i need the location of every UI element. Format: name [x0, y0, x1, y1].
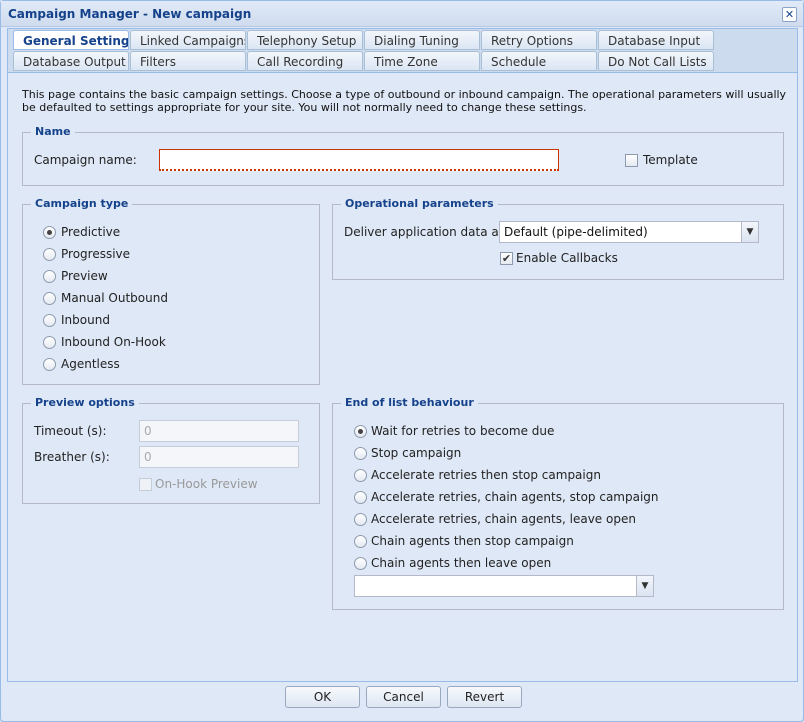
name-legend: Name	[31, 125, 75, 138]
general-settings-panel: This page contains the basic campaign se…	[7, 72, 798, 682]
deliver-data-value: Default (pipe-delimited)	[504, 225, 648, 239]
deliver-label: Deliver application data as:	[344, 225, 510, 239]
progressive-label: Progressive	[61, 247, 131, 261]
preview-label: Preview	[61, 269, 108, 283]
radio-chain-stop[interactable]	[354, 535, 367, 548]
tab-schedule[interactable]: Schedule	[481, 51, 597, 71]
accelerate-chain-open-label: Accelerate retries, chain agents, leave …	[371, 512, 636, 526]
deliver-data-select[interactable]: Default (pipe-delimited) ▼	[499, 221, 759, 243]
close-icon[interactable]: ✕	[782, 7, 797, 22]
agentless-label: Agentless	[61, 357, 120, 371]
tab-retry-options[interactable]: Retry Options	[481, 30, 597, 50]
campaign-type-fieldset: Campaign type Predictive Progressive Pre…	[22, 197, 320, 385]
revert-button[interactable]: Revert	[447, 686, 522, 708]
radio-progressive[interactable]	[43, 248, 56, 261]
inbound-label: Inbound	[61, 313, 110, 327]
radio-accelerate-chain-open[interactable]	[354, 513, 367, 526]
breather-label: Breather (s):	[34, 450, 110, 464]
preview-options-fieldset: Preview options Timeout (s): Breather (s…	[22, 396, 320, 504]
end-of-list-fieldset: End of list behaviour Wait for retries t…	[332, 396, 784, 610]
chevron-down-icon[interactable]: ▼	[636, 576, 653, 596]
breather-input[interactable]	[139, 446, 299, 468]
tab-time-zone[interactable]: Time Zone	[364, 51, 480, 71]
radio-predictive[interactable]	[43, 226, 56, 239]
chevron-down-icon[interactable]: ▼	[741, 222, 758, 242]
tab-filters[interactable]: Filters	[130, 51, 246, 71]
radio-accelerate-stop[interactable]	[354, 469, 367, 482]
accelerate-chain-stop-label: Accelerate retries, chain agents, stop c…	[371, 490, 659, 504]
template-checkbox[interactable]	[625, 154, 638, 167]
tab-telephony-setup[interactable]: Telephony Setup	[247, 30, 363, 50]
radio-accelerate-chain-stop[interactable]	[354, 491, 367, 504]
on-hook-preview-label: On-Hook Preview	[155, 477, 258, 491]
campaign-manager-window: Campaign Manager - New campaign ✕ Genera…	[0, 0, 804, 722]
timeout-label: Timeout (s):	[34, 424, 107, 438]
tab-general-settings[interactable]: General Settings	[13, 30, 129, 50]
radio-preview[interactable]	[43, 270, 56, 283]
campaign-name-label: Campaign name:	[34, 153, 137, 167]
radio-stop-campaign[interactable]	[354, 447, 367, 460]
ok-button[interactable]: OK	[285, 686, 360, 708]
tab-call-recording[interactable]: Call Recording	[247, 51, 363, 71]
tab-do-not-call-lists[interactable]: Do Not Call Lists	[598, 51, 714, 71]
title-bar[interactable]: Campaign Manager - New campaign ✕	[1, 1, 803, 27]
template-label: Template	[643, 153, 698, 167]
tab-linked-campaigns[interactable]: Linked Campaigns	[130, 30, 246, 50]
timeout-input[interactable]	[139, 420, 299, 442]
tab-database-output[interactable]: Database Output	[13, 51, 129, 71]
radio-inbound-on-hook[interactable]	[43, 336, 56, 349]
window-title: Campaign Manager - New campaign	[8, 7, 252, 21]
radio-agentless[interactable]	[43, 358, 56, 371]
chain-open-label: Chain agents then leave open	[371, 556, 552, 570]
intro-text: This page contains the basic campaign se…	[22, 88, 787, 114]
chain-stop-label: Chain agents then stop campaign	[371, 534, 574, 548]
enable-callbacks-checkbox[interactable]: ✔	[500, 252, 513, 265]
tab-strip: General Settings Linked Campaigns Teleph…	[7, 28, 798, 72]
radio-manual-outbound[interactable]	[43, 292, 56, 305]
operational-legend: Operational parameters	[341, 197, 498, 210]
tab-dialing-tuning[interactable]: Dialing Tuning	[364, 30, 480, 50]
campaign-name-input[interactable]	[159, 149, 559, 171]
manual-outbound-label: Manual Outbound	[61, 291, 168, 305]
radio-inbound[interactable]	[43, 314, 56, 327]
inbound-on-hook-label: Inbound On-Hook	[61, 335, 166, 349]
on-hook-preview-checkbox[interactable]	[139, 478, 152, 491]
name-fieldset: Name Campaign name: Template	[22, 125, 784, 186]
enable-callbacks-label: Enable Callbacks	[516, 251, 618, 265]
accelerate-stop-label: Accelerate retries then stop campaign	[371, 468, 601, 482]
end-of-list-legend: End of list behaviour	[341, 396, 478, 409]
campaign-type-legend: Campaign type	[31, 197, 133, 210]
tab-database-input[interactable]: Database Input	[598, 30, 714, 50]
stop-campaign-label: Stop campaign	[371, 446, 462, 460]
preview-options-legend: Preview options	[31, 396, 139, 409]
radio-wait-for-retries[interactable]	[354, 425, 367, 438]
cancel-button[interactable]: Cancel	[366, 686, 441, 708]
operational-parameters-fieldset: Operational parameters Deliver applicati…	[332, 197, 784, 280]
wait-for-retries-label: Wait for retries to become due	[371, 424, 555, 438]
chain-campaign-select[interactable]: ▼	[354, 575, 654, 597]
predictive-label: Predictive	[61, 225, 121, 239]
radio-chain-open[interactable]	[354, 557, 367, 570]
